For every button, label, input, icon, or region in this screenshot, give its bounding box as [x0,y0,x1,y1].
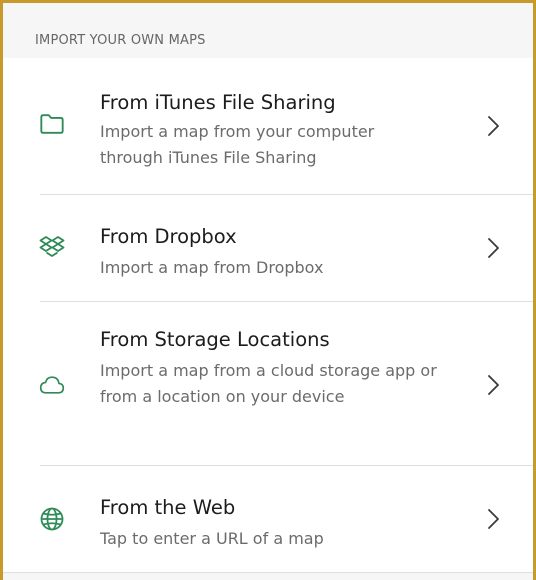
import-storage-locations-row[interactable]: From Storage Locations Import a map from… [3,302,533,465]
chevron-right-icon [487,237,501,259]
import-itunes-file-sharing-row[interactable]: From iTunes File Sharing Import a map fr… [3,58,533,194]
dropbox-icon [39,234,65,260]
chevron-right-icon [487,115,501,137]
import-maps-panel: IMPORT YOUR OWN MAPS From iTunes File Sh… [0,0,536,580]
chevron-right-icon [487,374,501,396]
row-title: From the Web [100,496,236,519]
globe-icon [39,506,65,532]
section-footer [3,572,533,580]
row-subtitle: Import a map from your computer through … [100,122,375,167]
import-from-web-row[interactable]: From the Web Tap to enter a URL of a map [3,466,533,572]
chevron-right-icon [487,508,501,530]
row-subtitle: Import a map from Dropbox [100,258,324,277]
row-title: From Dropbox [100,225,237,248]
row-subtitle: Tap to enter a URL of a map [100,529,324,548]
folder-icon [39,111,65,137]
row-subtitle: Import a map from a cloud storage app or… [100,361,437,406]
row-title: From iTunes File Sharing [100,91,336,114]
section-header: IMPORT YOUR OWN MAPS [3,3,533,58]
row-title: From Storage Locations [100,328,330,351]
import-dropbox-row[interactable]: From Dropbox Import a map from Dropbox [3,195,533,301]
cloud-icon [39,372,65,398]
